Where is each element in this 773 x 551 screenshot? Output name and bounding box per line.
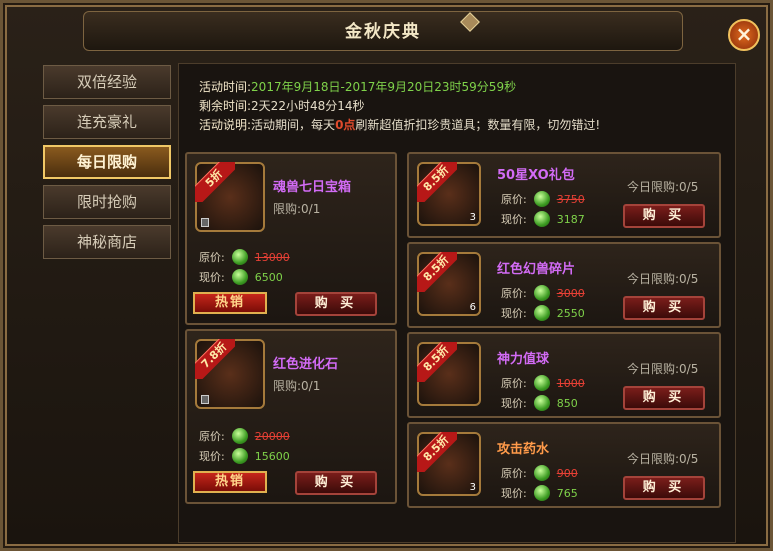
original-price-row: 原价: 3000 [501, 284, 585, 302]
current-price-row: 现价: 850 [501, 394, 578, 412]
gem-icon [533, 210, 551, 228]
left-item-card: 7.8折 红色进化石 限购:0/1 原价: 20000 现价: 15600 热销… [185, 329, 397, 504]
item-slot[interactable]: 5折 [195, 162, 265, 232]
gem-icon [231, 268, 249, 286]
discount-ribbon: 5折 [195, 162, 235, 202]
item-slot[interactable]: 8.5折 3 [417, 162, 481, 226]
left-item-card: 5折 魂兽七日宝箱 限购:0/1 原价: 13000 现价: 6500 热销 购… [185, 152, 397, 325]
lock-icon [201, 395, 209, 404]
discount-ribbon: 8.5折 [417, 342, 457, 382]
buy-button[interactable]: 购 买 [295, 292, 377, 316]
daily-limit: 今日限购:0/5 [627, 180, 699, 194]
title-bar: 金秋庆典 [83, 11, 683, 51]
right-item-card: 8.5折 神力值球 原价: 1000 现价: 850 今日限购:0/5 购 买 [407, 332, 721, 418]
gem-icon [231, 427, 249, 445]
discount-ribbon: 8.5折 [417, 432, 457, 472]
daily-limit: 今日限购:0/5 [627, 362, 699, 376]
sidebar-item-double-exp[interactable]: 双倍经验 [43, 65, 171, 99]
buy-button[interactable]: 购 买 [623, 296, 705, 320]
right-item-card: 8.5折 6 红色幻兽碎片 原价: 3000 现价: 2550 今日限购:0/5… [407, 242, 721, 328]
gem-icon [533, 374, 551, 392]
gem-icon [231, 248, 249, 266]
buy-button[interactable]: 购 买 [623, 204, 705, 228]
original-price-row: 原价: 13000 [199, 248, 290, 266]
item-slot[interactable]: 7.8折 [195, 339, 265, 409]
gem-icon [533, 304, 551, 322]
item-name: 红色幻兽碎片 [497, 262, 576, 277]
window-title: 金秋庆典 [345, 22, 421, 42]
lock-icon [201, 218, 209, 227]
discount-ribbon: 8.5折 [417, 162, 457, 202]
discount-ribbon: 7.8折 [195, 339, 235, 379]
right-item-card: 8.5折 3 50星XO礼包 原价: 3750 现价: 3187 今日限购:0/… [407, 152, 721, 238]
original-price-row: 原价: 20000 [199, 427, 290, 445]
item-name: 50星XO礼包 [497, 168, 575, 183]
gem-icon [533, 464, 551, 482]
current-price-row: 现价: 3187 [501, 210, 585, 228]
gem-icon [533, 284, 551, 302]
gem-icon [533, 190, 551, 208]
content-panel: 活动时间:2017年9月18日-2017年9月20日23时59分59秒 剩余时间… [178, 63, 736, 543]
buy-button[interactable]: 购 买 [295, 471, 377, 495]
sidebar-item-mystery-shop[interactable]: 神秘商店 [43, 225, 171, 259]
buy-button[interactable]: 购 买 [623, 476, 705, 500]
event-info: 活动时间:2017年9月18日-2017年9月20日23时59分59秒 剩余时间… [199, 80, 601, 132]
gem-icon [533, 484, 551, 502]
item-name: 神力值球 [497, 352, 550, 367]
current-price-row: 现价: 15600 [199, 447, 290, 465]
close-button[interactable]: × [728, 19, 760, 51]
current-price-row: 现价: 2550 [501, 304, 585, 322]
daily-limit: 今日限购:0/5 [627, 452, 699, 466]
item-name: 魂兽七日宝箱 [273, 180, 352, 195]
daily-limit: 今日限购:0/5 [627, 272, 699, 286]
gem-icon [533, 394, 551, 412]
gem-icon [231, 447, 249, 465]
original-price-row: 原价: 900 [501, 464, 578, 482]
sidebar-item-daily-limited[interactable]: 每日限购 [43, 145, 171, 179]
discount-ribbon: 8.5折 [417, 252, 457, 292]
sidebar: 双倍经验 连充豪礼 每日限购 限时抢购 神秘商店 [43, 65, 175, 265]
sidebar-item-flash-sale[interactable]: 限时抢购 [43, 185, 171, 219]
sidebar-item-recharge-gift[interactable]: 连充豪礼 [43, 105, 171, 139]
buy-button[interactable]: 购 买 [623, 386, 705, 410]
item-slot[interactable]: 8.5折 3 [417, 432, 481, 496]
hot-sale-badge: 热销 [193, 292, 267, 314]
item-limit: 限购:0/1 [273, 379, 321, 393]
item-limit: 限购:0/1 [273, 202, 321, 216]
item-slot[interactable]: 8.5折 6 [417, 252, 481, 316]
current-price-row: 现价: 6500 [199, 268, 283, 286]
item-slot[interactable]: 8.5折 [417, 342, 481, 406]
original-price-row: 原价: 3750 [501, 190, 585, 208]
current-price-row: 现价: 765 [501, 484, 578, 502]
item-name: 攻击药水 [497, 442, 550, 457]
hot-sale-badge: 热销 [193, 471, 267, 493]
item-name: 红色进化石 [273, 357, 339, 372]
event-window: 金秋庆典 × 双倍经验 连充豪礼 每日限购 限时抢购 神秘商店 活动时间:201… [0, 0, 773, 551]
right-item-card: 8.5折 3 攻击药水 原价: 900 现价: 765 今日限购:0/5 购 买 [407, 422, 721, 508]
original-price-row: 原价: 1000 [501, 374, 585, 392]
